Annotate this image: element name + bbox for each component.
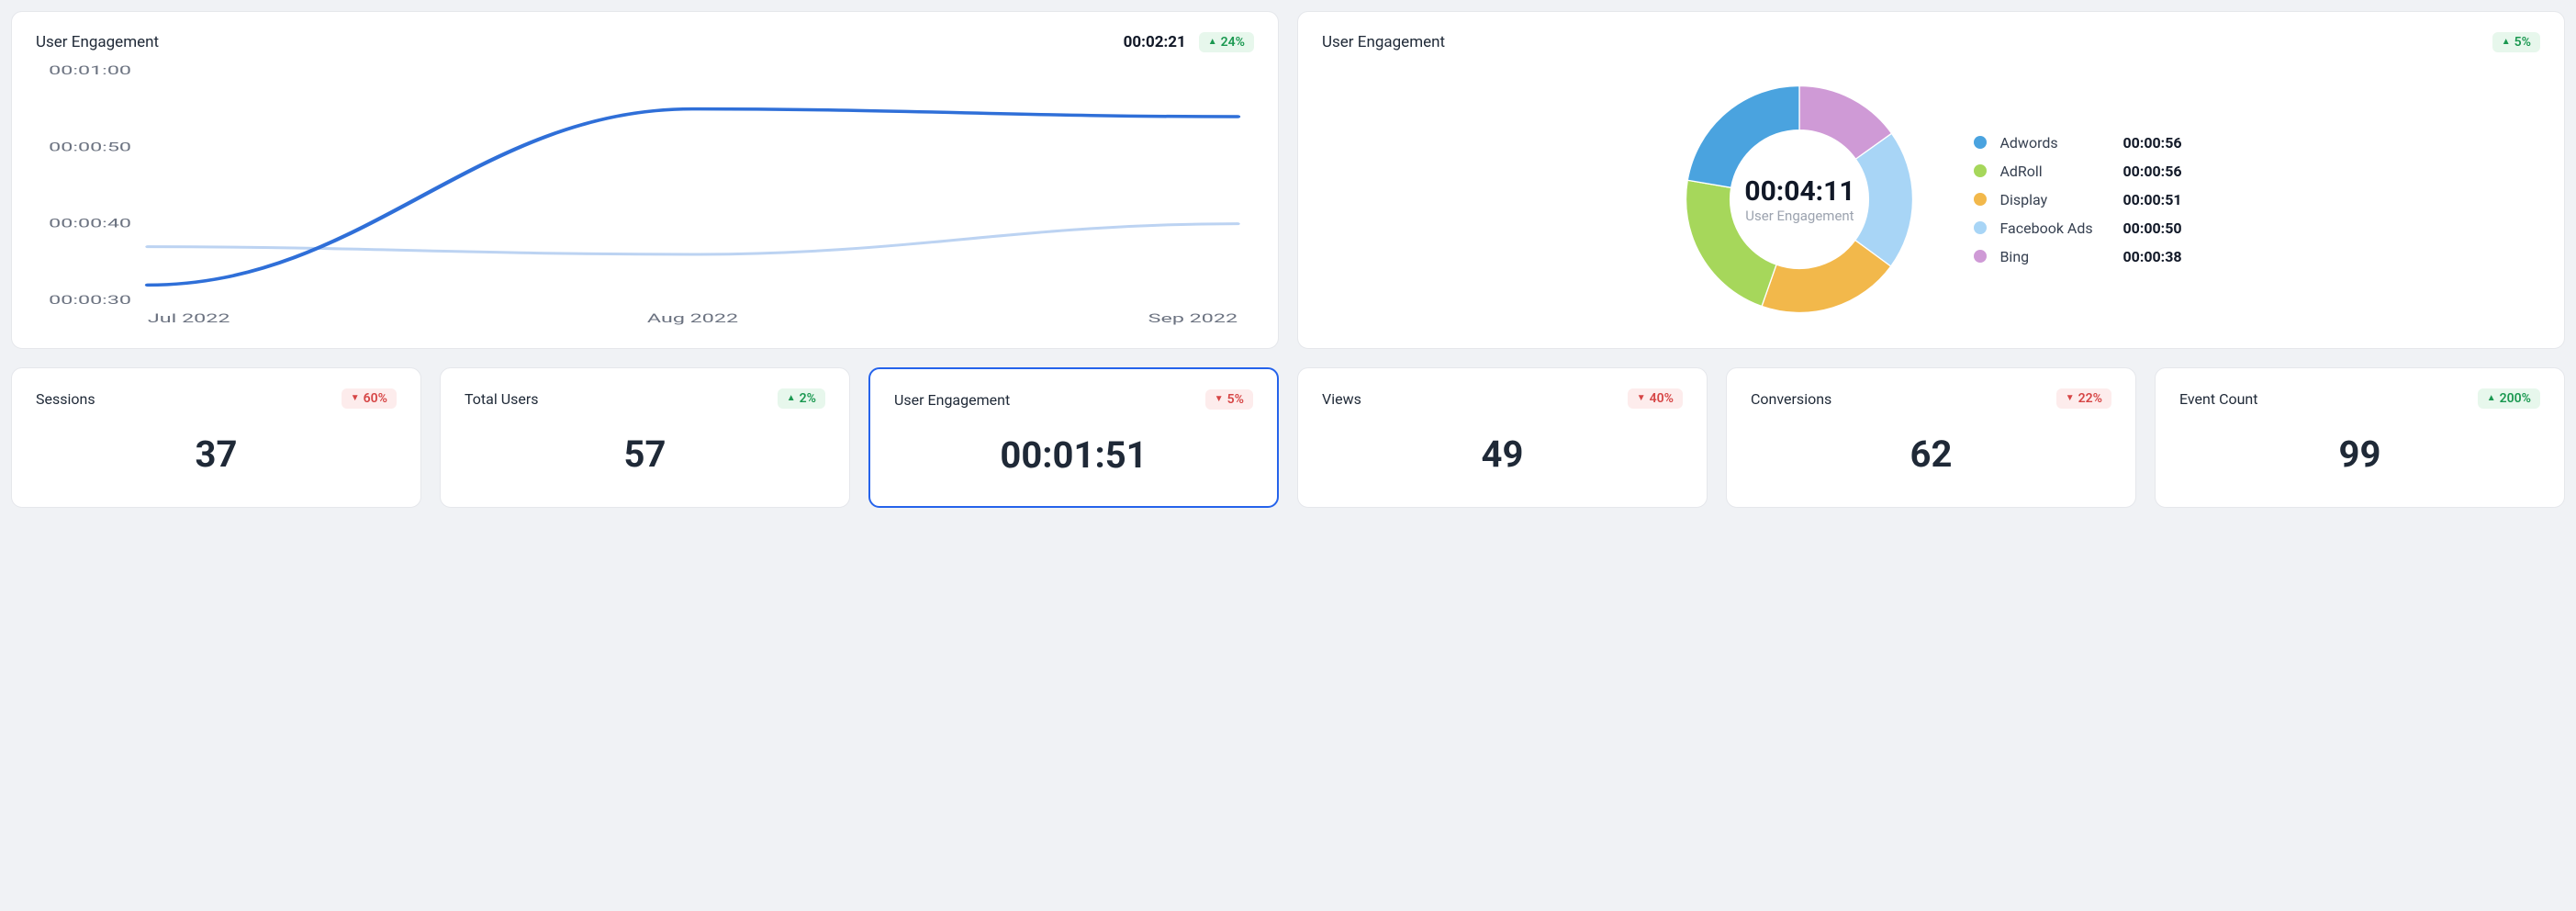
legend-value: 00:00:38: [2122, 248, 2181, 265]
donut-chart: 00:04:11 User Engagement: [1680, 80, 1919, 319]
change-text: 60%: [364, 391, 387, 406]
kpi-card[interactable]: Total Users ▲ 2% 57: [440, 367, 850, 508]
kpi-card[interactable]: User Engagement ▼ 5% 00:01:51: [868, 367, 1279, 508]
caret-down-icon: ▼: [351, 394, 360, 403]
legend-label: Bing: [1999, 248, 2110, 265]
donut-chart-card: User Engagement ▲ 5% 00:04:11 User Engag…: [1297, 11, 2565, 349]
svg-text:00:01:00: 00:01:00: [49, 63, 131, 78]
change-text: 40%: [1650, 391, 1674, 406]
change-badge: ▲ 200%: [2478, 388, 2540, 409]
legend-item[interactable]: Adwords 00:00:56: [1974, 134, 2181, 152]
kpi-value: 00:01:51: [894, 433, 1253, 477]
inline-metric: 00:02:21: [1124, 33, 1186, 51]
legend-label: Facebook Ads: [1999, 219, 2110, 237]
svg-text:00:00:50: 00:00:50: [49, 140, 131, 154]
kpi-label: Views: [1322, 390, 1361, 408]
svg-text:00:00:30: 00:00:30: [49, 293, 131, 308]
card-header: User Engagement ▲ 5%: [1322, 32, 2540, 52]
card-header: User Engagement 00:02:21 ▲ 24%: [36, 32, 1254, 52]
caret-up-icon: ▲: [1208, 38, 1217, 47]
caret-down-icon: ▼: [1215, 395, 1224, 404]
kpi-value: 37: [36, 433, 397, 476]
change-text: 5%: [1227, 392, 1244, 407]
legend-item[interactable]: Display 00:00:51: [1974, 191, 2181, 208]
change-badge: ▲ 24%: [1199, 32, 1254, 52]
caret-up-icon: ▲: [2502, 38, 2511, 47]
kpi-label: Event Count: [2179, 390, 2258, 408]
svg-text:00:00:40: 00:00:40: [49, 216, 131, 231]
legend-label: Adwords: [1999, 134, 2110, 152]
legend-value: 00:00:56: [2122, 163, 2181, 180]
donut-center-value: 00:04:11: [1744, 175, 1854, 208]
change-badge: ▼ 22%: [2056, 388, 2111, 409]
legend-value: 00:00:51: [2122, 191, 2181, 208]
donut-center-label: User Engagement: [1745, 208, 1854, 224]
svg-text:Sep 2022: Sep 2022: [1148, 311, 1238, 326]
card-title: User Engagement: [1322, 33, 1445, 51]
legend-item[interactable]: AdRoll 00:00:56: [1974, 163, 2181, 180]
kpi-label: Conversions: [1751, 390, 1831, 408]
kpi-value: 49: [1322, 433, 1683, 476]
change-badge: ▼ 5%: [1205, 389, 1253, 410]
kpi-value: 62: [1751, 433, 2111, 476]
caret-down-icon: ▼: [1637, 394, 1646, 403]
kpi-card[interactable]: Event Count ▲ 200% 99: [2155, 367, 2565, 508]
kpi-value: 99: [2179, 433, 2540, 476]
change-badge: ▲ 2%: [778, 388, 825, 409]
change-badge: ▲ 5%: [2492, 32, 2540, 52]
legend-label: Display: [1999, 191, 2110, 208]
caret-up-icon: ▲: [787, 394, 796, 403]
change-text: 2%: [800, 391, 816, 406]
kpi-label: User Engagement: [894, 391, 1010, 409]
kpi-label: Total Users: [465, 390, 539, 408]
kpi-card[interactable]: Views ▼ 40% 49: [1297, 367, 1708, 508]
caret-down-icon: ▼: [2066, 394, 2075, 403]
card-title: User Engagement: [36, 33, 159, 51]
change-text: 200%: [2500, 391, 2531, 406]
change-text: 22%: [2078, 391, 2102, 406]
change-badge: ▼ 60%: [342, 388, 397, 409]
kpi-value: 57: [465, 433, 825, 476]
dashboard-grid: User Engagement 00:02:21 ▲ 24% 00:00:300…: [11, 11, 2565, 508]
legend-value: 00:00:56: [2122, 134, 2181, 152]
legend-color-icon: [1974, 193, 1987, 206]
legend-color-icon: [1974, 221, 1987, 234]
donut-legend: Adwords 00:00:56 AdRoll 00:00:56 Display…: [1974, 134, 2181, 265]
kpi-card[interactable]: Sessions ▼ 60% 37: [11, 367, 421, 508]
kpi-card[interactable]: Conversions ▼ 22% 62: [1726, 367, 2136, 508]
kpi-label: Sessions: [36, 390, 95, 408]
change-badge: ▼ 40%: [1628, 388, 1683, 409]
line-chart: 00:00:30 00:00:40 00:00:50 00:01:00 Jul 2022…: [36, 62, 1254, 328]
svg-text:Jul 2022: Jul 2022: [148, 311, 230, 326]
legend-color-icon: [1974, 250, 1987, 263]
legend-item[interactable]: Facebook Ads 00:00:50: [1974, 219, 2181, 237]
legend-color-icon: [1974, 164, 1987, 177]
line-chart-card: User Engagement 00:02:21 ▲ 24% 00:00:300…: [11, 11, 1279, 349]
caret-up-icon: ▲: [2487, 394, 2496, 403]
legend-item[interactable]: Bing 00:00:38: [1974, 248, 2181, 265]
legend-label: AdRoll: [1999, 163, 2110, 180]
legend-color-icon: [1974, 136, 1987, 149]
legend-value: 00:00:50: [2122, 219, 2181, 237]
svg-text:Aug 2022: Aug 2022: [647, 311, 738, 326]
